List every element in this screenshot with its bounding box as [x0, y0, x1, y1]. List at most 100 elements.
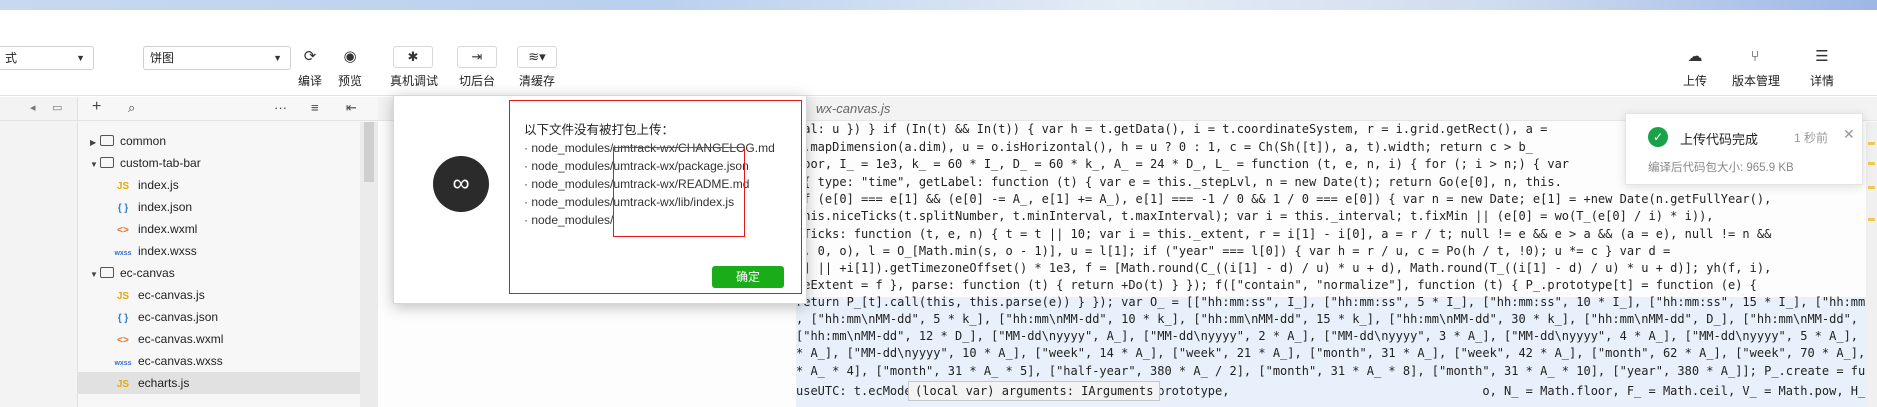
activity-strip: ◂ ▭ — [0, 97, 78, 407]
search-icon[interactable]: ⌕ — [128, 100, 135, 116]
collapse-left-icon[interactable]: ◂ — [30, 101, 36, 114]
code-line[interactable]: a, 0, o), l = O_[Math.min(s, o - 1)], u … — [796, 243, 1670, 260]
toast-time: 1 秒前 — [1794, 131, 1829, 145]
background-button[interactable]: ⇥ 切后台 — [454, 46, 500, 89]
tree-label: index.wxml — [138, 222, 198, 236]
mode-select-value: 式 — [5, 51, 18, 65]
window-top-strip — [0, 0, 1877, 10]
code-line[interactable]: ["hh:mm\nMM-dd", 12 * D_], ["MM-dd\nyyyy… — [796, 328, 1877, 345]
more-icon[interactable]: ··· — [274, 100, 287, 115]
details-label: 详情 — [1809, 74, 1834, 88]
check-circle-icon: ✓ — [1648, 127, 1668, 147]
tree-label: index.js — [138, 178, 179, 192]
tree-label: ec-canvas.wxml — [138, 332, 224, 346]
upload-warning-dialog: ∞ 以下文件没有被打包上传： · node_modules/umtrack-wx… — [393, 95, 807, 304]
preview-label: 预览 — [337, 74, 362, 88]
sort-icon[interactable]: ≡ — [311, 100, 319, 115]
scroll-marker — [1868, 142, 1875, 145]
mode-select[interactable]: 式 ▼ — [0, 46, 94, 70]
preview-button[interactable]: ◉ 预览 — [327, 46, 373, 89]
tree-folder-custom-tab-bar[interactable]: ▼ custom-tab-bar — [78, 152, 378, 174]
hover-tooltip: (local var) arguments: IArguments — [908, 381, 1161, 401]
tree-label: index.wxss — [138, 244, 197, 258]
tree-file[interactable]: { } index.json — [78, 196, 378, 218]
version-management-button[interactable]: ⑂ 版本管理 — [1732, 46, 1780, 89]
code-line[interactable]: ({ type: "time", getLabel: function (t) … — [796, 174, 1562, 191]
tree-label: ec-canvas — [120, 266, 175, 280]
background-label: 切后台 — [458, 74, 495, 88]
js-file-icon: JS — [116, 379, 130, 390]
remote-debug-button[interactable]: ✱ 真机调试 — [390, 46, 438, 89]
wxml-file-icon: <> — [117, 335, 129, 346]
code-line[interactable]: tal: u }) } if (In(t) && In(t)) { var h … — [796, 121, 1547, 138]
js-file-icon: JS — [116, 181, 130, 192]
toast-subtitle: 编译后代码包大小: 965.9 KB — [1648, 162, 1794, 174]
folder-open-icon — [100, 157, 114, 168]
code-line[interactable]: return P_[t].call(this, this.parse(e)) }… — [796, 294, 1877, 311]
code-line[interactable]: * A_ * 4], ["month", 31 * A_ * 5], ["hal… — [796, 363, 1877, 380]
scroll-marker — [1868, 218, 1875, 221]
chevron-down-icon: ▼ — [273, 53, 282, 63]
dialog-title: 以下文件没有被打包上传： — [524, 123, 675, 137]
code-line[interactable]: ceExtent = f }, parse: function (t) { re… — [796, 277, 1757, 294]
editor-scrollbar[interactable] — [1866, 122, 1877, 407]
wxml-file-icon: <> — [117, 225, 129, 236]
explorer-scrollbar[interactable] — [360, 122, 378, 407]
code-line[interactable]: , ["hh:mm\nMM-dd", 5 * k_], ["hh:mm\nMM-… — [796, 311, 1877, 328]
code-line[interactable]: loor, I_ = 1e3, k_ = 60 * I_, D_ = 60 * … — [796, 156, 1569, 173]
tree-file[interactable]: <> index.wxml — [78, 218, 378, 240]
tree-file[interactable]: wxss ec-canvas.wxss — [78, 350, 378, 372]
mini-program-logo-icon: ∞ — [433, 156, 489, 212]
toolbar: 式 ▼ 饼图 ▼ ⟳ 编译 ◉ 预览 ✱ 真机调试 ⇥ 切后台 ≋▾ 清缓存 ☁ — [0, 10, 1877, 96]
explorer-header: + ⌕ ··· ≡ ⇤ — [78, 97, 378, 121]
upload-label: 上传 — [1682, 74, 1707, 88]
chevron-right-icon: ▶ — [90, 138, 97, 147]
upload-button[interactable]: ☁ 上传 — [1672, 46, 1718, 89]
tree-file[interactable]: JS index.js — [78, 174, 378, 196]
tree-label: common — [120, 134, 167, 148]
json-file-icon: { } — [117, 313, 129, 324]
compile-mode-select[interactable]: 饼图 ▼ — [143, 46, 291, 70]
js-file-icon: JS — [116, 291, 130, 302]
activity-strip-header: ◂ ▭ — [0, 97, 77, 121]
code-line[interactable]: eTicks: function (t, e, n) { t = t || 10… — [796, 226, 1771, 243]
tree-file[interactable]: JS ec-canvas.js — [78, 284, 378, 306]
branch-icon: ⑂ — [1750, 48, 1760, 65]
tree-file[interactable]: wxss index.wxss — [78, 240, 378, 262]
code-line[interactable]: this.niceTicks(t.splitNumber, t.minInter… — [796, 208, 1714, 225]
upload-success-toast: ✓ 上传代码完成 1 秒前 ✕ 编译后代码包大小: 965.9 KB — [1625, 113, 1863, 185]
json-file-icon: { } — [117, 203, 129, 214]
cloud-upload-icon: ☁ — [1687, 48, 1703, 65]
code-line[interactable]: if (e[0] === e[1] && (e[0] -= A_, e[1] +… — [796, 191, 1771, 208]
tree-label: custom-tab-bar — [120, 156, 201, 170]
confirm-button[interactable]: 确定 — [712, 266, 784, 288]
tree-label: echarts.js — [138, 376, 190, 390]
code-line[interactable]: * A_], ["MM-dd\nyyyy", 10 * A_], ["week"… — [796, 345, 1877, 362]
file-explorer: + ⌕ ··· ≡ ⇤ ▶ common ▼ custom-tab-bar JS in… — [78, 97, 378, 407]
tree-file-selected[interactable]: JS echarts.js — [78, 372, 378, 394]
panel-toggle-icon[interactable]: ▭ — [52, 101, 62, 114]
tab-wx-canvas[interactable]: wx-canvas.js — [816, 101, 890, 116]
code-line[interactable]: 0] || +i[1]).getTimezoneOffset() * 1e3, … — [796, 260, 1771, 277]
tree-folder-ec-canvas[interactable]: ▼ ec-canvas — [78, 262, 378, 284]
tree-label: ec-canvas.wxss — [138, 354, 223, 368]
layers-icon: ≋▾ — [517, 46, 557, 68]
scroll-marker — [1868, 186, 1875, 189]
tree-label: ec-canvas.json — [138, 310, 219, 324]
details-button[interactable]: ☰ 详情 — [1799, 46, 1845, 89]
clear-cache-button[interactable]: ≋▾ 清缓存 — [514, 46, 560, 89]
close-icon[interactable]: ✕ — [1843, 126, 1855, 143]
tree-file[interactable]: { } ec-canvas.json — [78, 306, 378, 328]
code-line[interactable]: n.mapDimension(a.dim), u = o.isHorizonta… — [796, 139, 1533, 156]
scrollbar-thumb[interactable] — [364, 122, 374, 182]
collapse-all-icon[interactable]: ⇤ — [346, 100, 357, 116]
tree-label: index.json — [138, 200, 193, 214]
folder-icon — [100, 135, 114, 146]
tree-file[interactable]: <> ec-canvas.wxml — [78, 328, 378, 350]
compile-mode-value: 饼图 — [150, 51, 175, 65]
add-file-icon[interactable]: + — [92, 98, 101, 116]
tree-folder-common[interactable]: ▶ common — [78, 130, 378, 152]
chevron-down-icon: ▼ — [90, 160, 98, 169]
scroll-marker — [1868, 162, 1875, 165]
ide-window: 式 ▼ 饼图 ▼ ⟳ 编译 ◉ 预览 ✱ 真机调试 ⇥ 切后台 ≋▾ 清缓存 ☁ — [0, 0, 1877, 407]
